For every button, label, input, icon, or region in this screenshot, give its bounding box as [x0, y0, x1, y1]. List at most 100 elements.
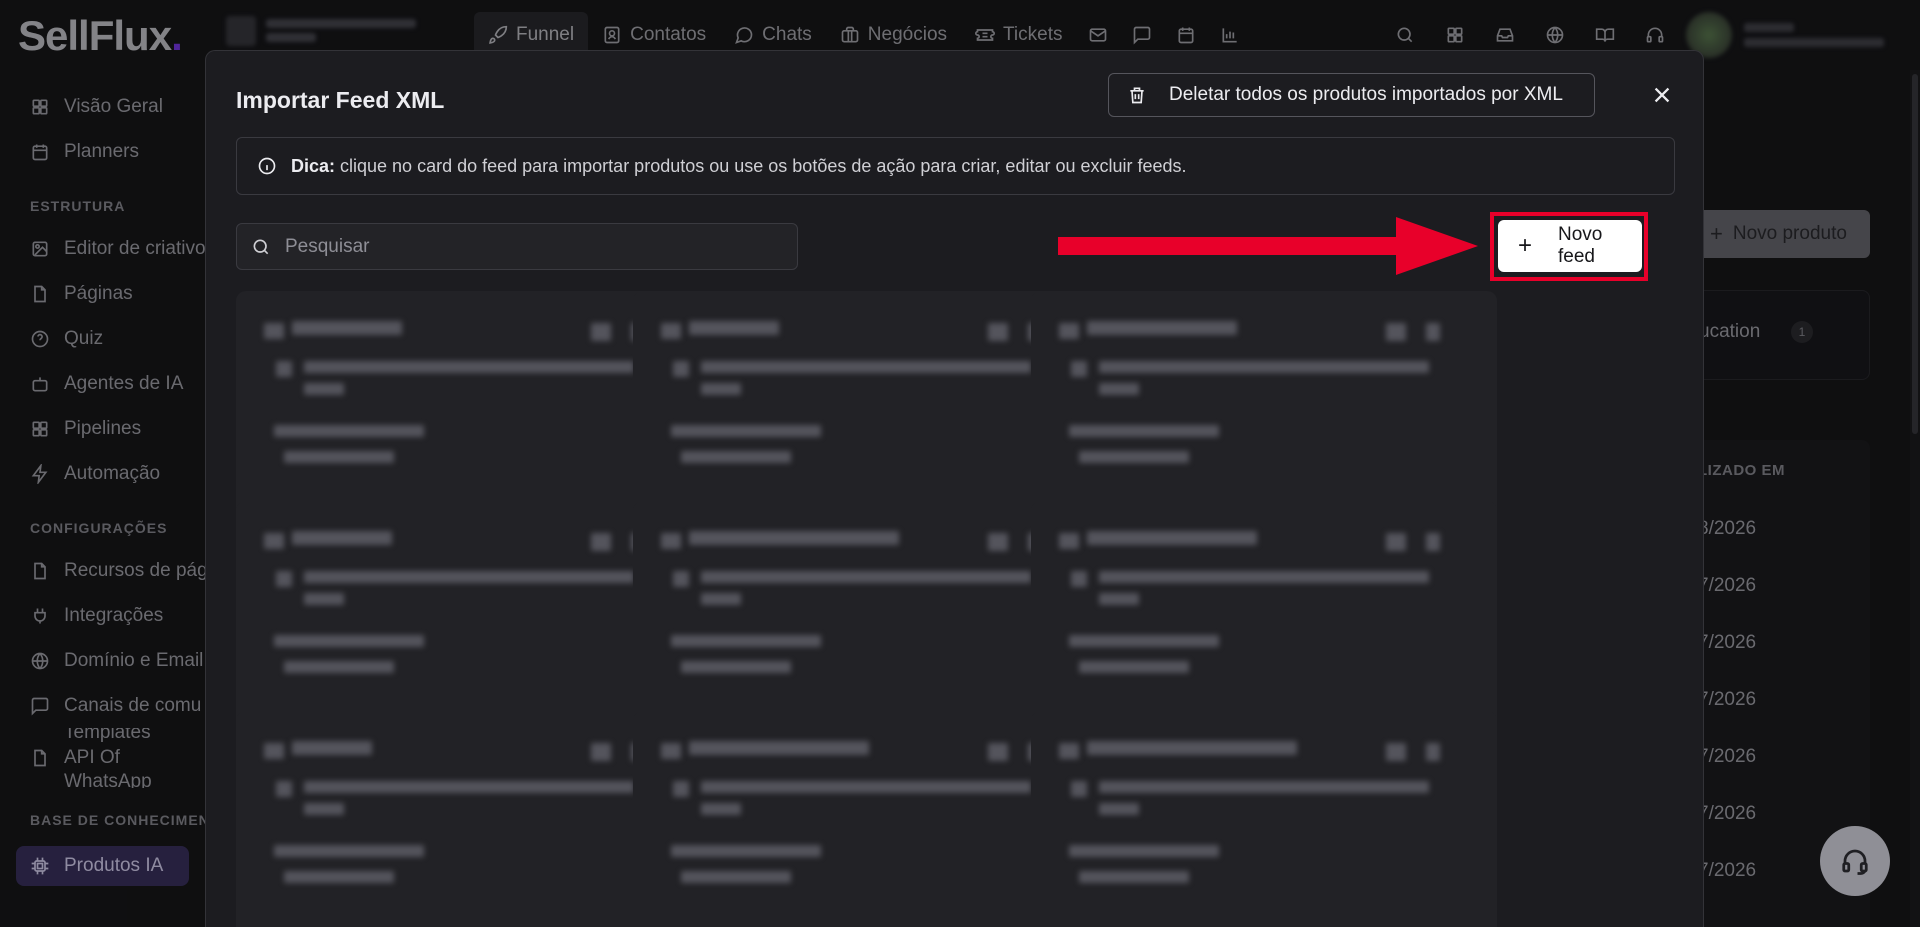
redacted-content [1426, 323, 1440, 341]
redacted-content [1087, 531, 1257, 545]
redacted-content [304, 383, 344, 395]
redacted-content [988, 533, 1008, 551]
redacted-content [701, 361, 1031, 373]
redacted-content [276, 571, 292, 587]
redacted-content [1426, 533, 1440, 551]
search-icon [253, 239, 269, 254]
redacted-content [1386, 533, 1406, 551]
close-modal-button[interactable] [1646, 79, 1678, 111]
redacted-content [671, 845, 821, 857]
redacted-content [1071, 571, 1087, 587]
redacted-content [673, 361, 689, 377]
redacted-content [681, 871, 791, 883]
redacted-content [689, 741, 869, 755]
redacted-content [264, 533, 284, 549]
redacted-content [988, 323, 1008, 341]
redacted-content [284, 451, 394, 463]
redacted-content [304, 803, 344, 815]
redacted-content [1087, 741, 1297, 755]
redacted-content [264, 743, 284, 759]
redacted-content [591, 533, 611, 551]
redacted-content [274, 635, 424, 647]
redacted-content [1069, 845, 1219, 857]
redacted-content [701, 383, 741, 395]
redacted-content [292, 321, 402, 335]
feed-card[interactable] [1031, 501, 1497, 739]
redacted-content [1059, 323, 1079, 339]
feed-card[interactable] [1031, 291, 1497, 529]
redacted-content [1059, 743, 1079, 759]
redacted-content [1099, 781, 1429, 793]
redacted-content [274, 425, 424, 437]
redacted-content [681, 451, 791, 463]
redacted-content [304, 593, 344, 605]
delete-all-imported-button[interactable]: Deletar todos os produtos importados por… [1108, 73, 1595, 117]
redacted-content [661, 533, 681, 549]
redacted-content [1386, 323, 1406, 341]
delete-all-label: Deletar todos os produtos importados por… [1169, 84, 1563, 105]
redacted-content [304, 571, 634, 583]
redacted-content [661, 743, 681, 759]
redacted-content [276, 781, 292, 797]
redacted-content [304, 361, 634, 373]
redacted-content [1071, 361, 1087, 377]
redacted-content [1079, 871, 1189, 883]
redacted-content [1071, 781, 1087, 797]
redacted-content [1079, 451, 1189, 463]
redacted-content [689, 531, 899, 545]
redacted-content [292, 531, 392, 545]
redacted-content [591, 323, 611, 341]
redacted-content [689, 321, 779, 335]
feed-card[interactable] [633, 711, 1099, 927]
tip-label: Dica: [291, 155, 336, 176]
redacted-content [591, 743, 611, 761]
redacted-content [673, 571, 689, 587]
redacted-content [284, 871, 394, 883]
redacted-content [671, 635, 821, 647]
redacted-content [1069, 425, 1219, 437]
support-chat-button[interactable] [1820, 826, 1890, 896]
redacted-content [1099, 361, 1429, 373]
redacted-content [661, 323, 681, 339]
redacted-content [701, 803, 741, 815]
new-feed-label: Novo feed [1558, 224, 1603, 267]
modal-title: Importar Feed XML [236, 87, 445, 113]
redacted-content [1099, 571, 1429, 583]
redacted-content [1386, 743, 1406, 761]
trash-icon [1130, 87, 1144, 104]
tip-banner: Dica: clique no card do feed para import… [236, 137, 1675, 195]
redacted-content [1079, 661, 1189, 673]
plus-icon: + [1518, 232, 1533, 259]
search-field[interactable] [236, 223, 798, 270]
redacted-content [988, 743, 1008, 761]
new-feed-button[interactable]: + Novo feed [1498, 220, 1642, 272]
close-icon [1654, 87, 1670, 103]
redacted-content [264, 323, 284, 339]
redacted-content [671, 425, 821, 437]
redacted-content [284, 661, 394, 673]
redacted-content [1099, 383, 1139, 395]
redacted-content [673, 781, 689, 797]
redacted-content [274, 845, 424, 857]
redacted-content [701, 781, 1031, 793]
redacted-content [1426, 743, 1440, 761]
import-feed-modal: Importar Feed XML Deletar todos os produ… [205, 50, 1704, 927]
redacted-content [276, 361, 292, 377]
redacted-content [304, 781, 634, 793]
redacted-content [1099, 803, 1139, 815]
search-input[interactable] [285, 235, 765, 258]
redacted-content [701, 593, 741, 605]
feed-card[interactable] [1031, 711, 1497, 927]
redacted-content [292, 741, 372, 755]
redacted-content [1099, 593, 1139, 605]
tip-text: clique no card do feed para importar pro… [340, 155, 1187, 176]
redacted-content [1087, 321, 1237, 335]
feed-card[interactable] [633, 501, 1099, 739]
redacted-content [1069, 635, 1219, 647]
redacted-content [701, 571, 1031, 583]
redacted-content [1059, 533, 1079, 549]
arrow-annotation-icon [1058, 217, 1478, 275]
info-icon [258, 157, 276, 175]
feed-card[interactable] [633, 291, 1099, 529]
headset-icon [1842, 849, 1868, 875]
